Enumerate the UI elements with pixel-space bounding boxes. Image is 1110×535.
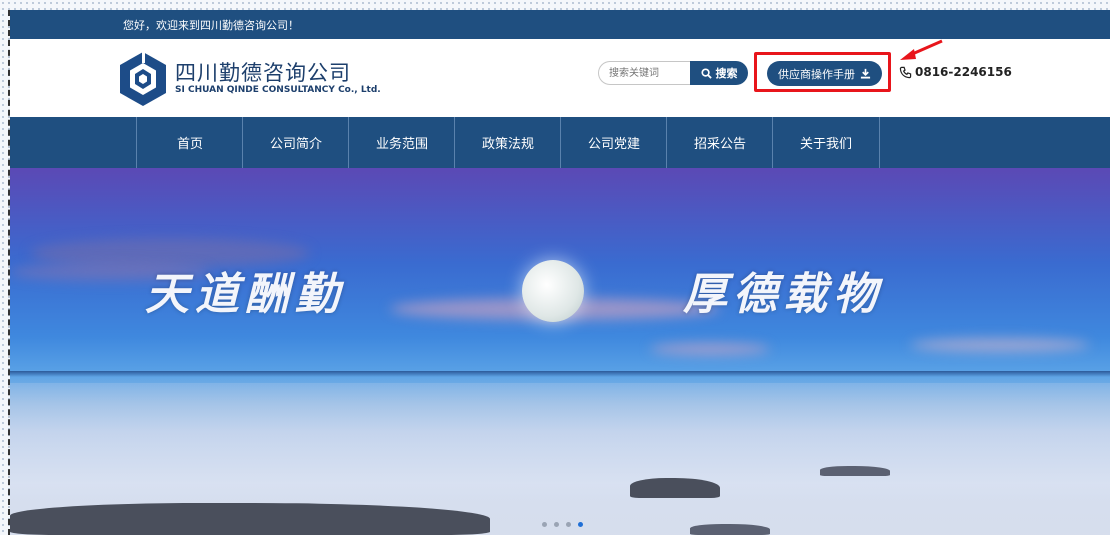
carousel-dot[interactable]	[554, 522, 559, 527]
search-icon	[700, 67, 712, 79]
nav-item-policies[interactable]: 政策法规	[454, 117, 561, 168]
banner-rocks	[630, 478, 720, 498]
nav-item-business-scope[interactable]: 业务范围	[348, 117, 455, 168]
nav-item-procurement-notices[interactable]: 招采公告	[666, 117, 773, 168]
banner-rocks	[10, 503, 490, 535]
hero-banner: 天道酬勤 厚德载物	[10, 168, 1110, 535]
phone-text: 0816-2246156	[915, 65, 1012, 79]
banner-slogan-right: 厚德载物	[683, 269, 883, 320]
nav-item-about-us[interactable]: 关于我们	[772, 117, 880, 168]
main-navigation: 首页 公司简介 业务范围 政策法规 公司党建 招采公告 关于我们	[10, 117, 1110, 168]
carousel-indicators	[542, 522, 583, 527]
banner-moon	[522, 260, 584, 322]
banner-rocks	[820, 466, 890, 476]
company-logo-icon[interactable]	[118, 51, 168, 107]
phone-icon	[899, 66, 912, 78]
search-input[interactable]	[598, 61, 690, 85]
banner-horizon	[10, 371, 1110, 377]
top-bar: 您好，欢迎来到四川勤德咨询公司！	[10, 10, 1110, 39]
highlight-annotation-box	[754, 52, 891, 92]
red-arrow-annotation	[900, 39, 943, 60]
search-button[interactable]: 搜索	[690, 61, 748, 85]
welcome-text: 您好，欢迎来到四川勤德咨询公司！	[123, 19, 299, 32]
carousel-dot[interactable]	[566, 522, 571, 527]
page-frame-top	[0, 0, 1110, 10]
company-name-cn: 四川勤德咨询公司	[175, 61, 351, 85]
banner-rocks	[690, 524, 770, 535]
nav-item-party-building[interactable]: 公司党建	[560, 117, 667, 168]
phone-number: 0816-2246156	[899, 65, 1012, 79]
nav-item-home[interactable]: 首页	[136, 117, 243, 168]
carousel-dot[interactable]	[542, 522, 547, 527]
nav-item-company-profile[interactable]: 公司简介	[242, 117, 349, 168]
page-frame-dashed-border	[8, 10, 10, 535]
company-name-en: SI CHUAN QINDE CONSULTANCY Co., Ltd.	[175, 85, 381, 95]
banner-slogan-left: 天道酬勤	[145, 269, 345, 320]
banner-cloud	[910, 338, 1090, 352]
search-button-label: 搜索	[715, 67, 738, 80]
carousel-dot-active[interactable]	[578, 522, 583, 527]
banner-cloud	[650, 343, 770, 355]
site-header: 四川勤德咨询公司 SI CHUAN QINDE CONSULTANCY Co.,…	[10, 39, 1110, 117]
